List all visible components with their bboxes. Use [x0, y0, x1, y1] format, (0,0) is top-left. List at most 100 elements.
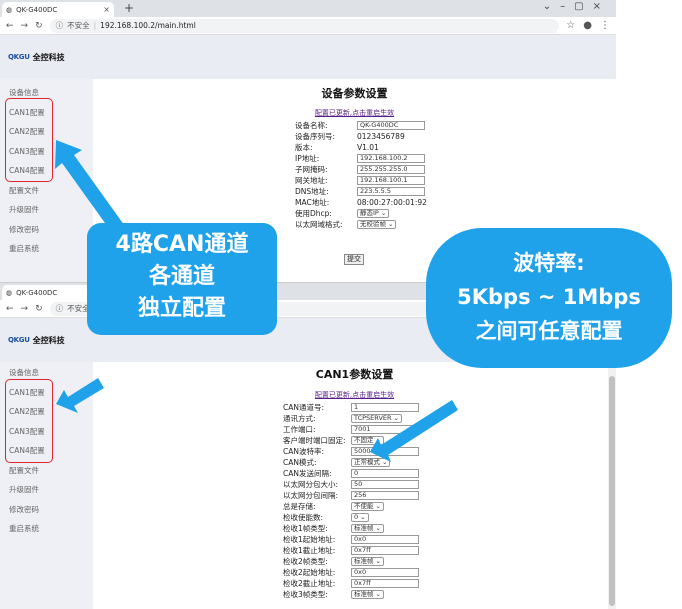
callout-line: 波特率:	[513, 251, 585, 275]
form-row: 设备序列号: 0123456789	[295, 131, 616, 142]
field-label: 通讯方式:	[283, 414, 316, 423]
form-row: 检收2起始地址: 0x0	[283, 567, 616, 578]
field-label: 检收1截止地址:	[283, 546, 336, 555]
field-input[interactable]: QK-G400DC	[357, 121, 425, 130]
scrollbar-thumb[interactable]	[609, 376, 615, 606]
field-select[interactable]: 标准帧 ⌄	[351, 557, 384, 566]
field-select[interactable]: 静态IP ⌄	[357, 209, 390, 218]
field-value-text: 0x0	[354, 568, 367, 576]
field-input[interactable]: 256	[351, 491, 419, 500]
field-value-text: 标准帧	[354, 524, 374, 532]
field-value-text: 0	[354, 513, 359, 521]
back-icon[interactable]: ←	[6, 304, 14, 314]
field-label: 检收1起始地址:	[283, 535, 336, 544]
sidebar-item-reboot[interactable]: 重启系统	[0, 519, 93, 539]
url-text: 192.168.100.2/main.html	[100, 21, 196, 30]
field-input[interactable]: 50	[351, 480, 419, 489]
field-input[interactable]: 0x7ff	[351, 546, 419, 555]
field-value-text: 不固定	[354, 436, 374, 444]
chevron-down-icon: ⌄	[382, 458, 388, 466]
field-select[interactable]: 标准帧 ⌄	[351, 590, 384, 599]
field-label: 以太网域格式:	[295, 220, 343, 229]
form-row: CAN发送间隔: 0	[283, 468, 616, 479]
sidebar-item-password[interactable]: 修改密码	[0, 220, 93, 240]
field-select[interactable]: 不固定 ⌄	[351, 436, 384, 445]
field-select[interactable]: 正常模式 ⌄	[351, 458, 391, 467]
field-input[interactable]: 192.168.100.1	[357, 176, 425, 185]
chevron-down-icon: ⌄	[388, 220, 394, 228]
callout-can-channels: 4路CAN通道 各通道 独立配置	[87, 223, 277, 335]
form-row: 以太网分包间隔: 256	[283, 490, 616, 501]
form-row: CAN模式: 正常模式 ⌄	[283, 457, 616, 468]
field-select[interactable]: TCPSERVER ⌄	[351, 414, 402, 423]
star-icon[interactable]: ☆	[566, 20, 575, 31]
field-label: 检收2起始地址:	[283, 568, 336, 577]
menu-icon[interactable]: ⋮	[600, 20, 610, 31]
field-label: CAN发送间隔:	[283, 469, 332, 478]
field-value-text: 256	[354, 491, 367, 499]
reload-icon[interactable]: ↻	[35, 21, 43, 31]
field-value-text: 静态IP	[360, 209, 379, 217]
field-label: 检收3帧类型:	[283, 590, 328, 599]
field-label: CAN波特率:	[283, 447, 325, 456]
field-select[interactable]: 无校验帧 ⌄	[357, 220, 397, 229]
field-input[interactable]: 223.5.5.5	[357, 187, 425, 196]
url-divider: |	[93, 21, 97, 30]
new-tab-icon[interactable]: +	[124, 1, 134, 15]
field-select[interactable]: 标准帧 ⌄	[351, 524, 384, 533]
field-select[interactable]: 0 ⌄	[351, 513, 369, 522]
field-input[interactable]: 7001	[351, 425, 419, 434]
form-row: 以太网分包大小: 50	[283, 479, 616, 490]
form-row: 检收3帧类型: 标准帧 ⌄	[283, 589, 616, 600]
field-value: V1.01	[357, 143, 379, 152]
field-input[interactable]: 0x0	[351, 568, 419, 577]
field-label: 网关地址:	[295, 176, 328, 185]
field-label: 设备序列号:	[295, 132, 336, 141]
tab-strip: ◍ QK-G400DC × + ⌄–▢×	[0, 0, 616, 17]
url-field[interactable]: ⓘ 不安全 | 192.168.100.2/main.html	[49, 18, 560, 33]
chevron-down-icon: ⌄	[375, 590, 381, 598]
field-input[interactable]: 0	[351, 469, 419, 478]
close-tab-icon[interactable]: ×	[103, 5, 110, 14]
sidebar-item-reboot[interactable]: 重启系统	[0, 239, 93, 259]
submit-button[interactable]: 提交	[344, 254, 364, 265]
chevron-down-icon: ⌄	[380, 209, 387, 217]
field-label: 检收1帧类型:	[283, 524, 328, 533]
reboot-notice-link[interactable]: 配置已更新,点击重启生效	[93, 108, 616, 118]
scrollbar[interactable]	[608, 362, 616, 609]
field-input[interactable]: 500000	[351, 447, 419, 456]
back-icon[interactable]: ←	[6, 21, 14, 31]
field-input[interactable]: 1	[351, 403, 419, 412]
field-input[interactable]: 0x0	[351, 535, 419, 544]
field-value-text: 标准帧	[354, 590, 374, 598]
browser-tab[interactable]: ◍ QK-G400DC ×	[2, 2, 114, 17]
reload-icon[interactable]: ↻	[35, 304, 43, 314]
field-value-text: 7001	[354, 425, 371, 433]
forward-icon[interactable]: →	[21, 304, 29, 314]
field-value-text: 50	[354, 480, 363, 488]
field-select[interactable]: 不使能 ⌄	[351, 502, 384, 511]
window-controls[interactable]: ⌄–▢×	[543, 1, 610, 12]
field-label: 检收2帧类型:	[283, 557, 328, 566]
field-label: 以太网分包大小:	[283, 480, 339, 489]
sidebar-item-upgrade[interactable]: 升级固件	[0, 480, 93, 500]
field-value-text: 08:00:27:00:01:92	[357, 198, 427, 207]
reboot-notice-link[interactable]: 配置已更新,点击重启生效	[93, 390, 616, 400]
form-row: 客户端时端口固定: 不固定 ⌄	[283, 435, 616, 446]
profile-icon[interactable]: ●	[583, 20, 592, 31]
sidebar-item-upgrade[interactable]: 升级固件	[0, 200, 93, 220]
forward-icon[interactable]: →	[21, 21, 29, 31]
site-header: QKGU 全控科技	[0, 35, 616, 79]
sidebar-item-password[interactable]: 修改密码	[0, 500, 93, 520]
field-value-text: 223.5.5.5	[360, 187, 392, 195]
sidebar-item-config-file[interactable]: 配置文件	[0, 181, 93, 201]
field-label: 设备名称:	[295, 121, 328, 130]
field-input[interactable]: 255.255.255.0	[357, 165, 425, 174]
sidebar-item-config-file[interactable]: 配置文件	[0, 461, 93, 481]
field-label: IP地址:	[295, 154, 320, 163]
field-input[interactable]: 0x7ff	[351, 579, 419, 588]
tab-title: QK-G400DC	[16, 5, 58, 14]
chevron-down-icon: ⌄	[375, 557, 381, 565]
field-input[interactable]: 192.168.100.2	[357, 154, 425, 163]
field-label: DNS地址:	[295, 187, 329, 196]
